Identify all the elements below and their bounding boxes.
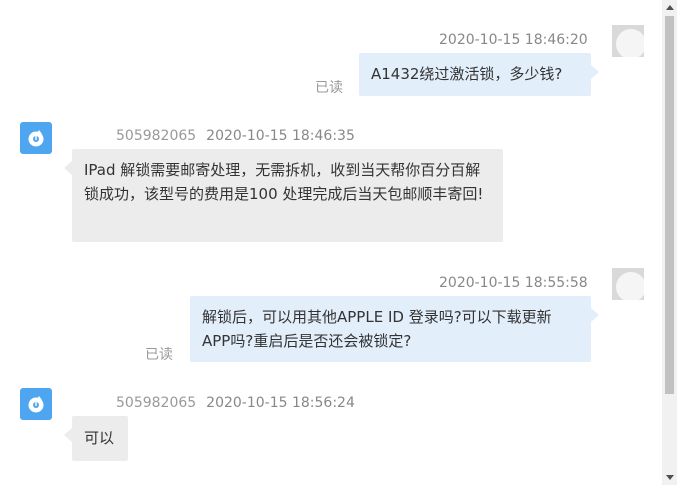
user-avatar[interactable] bbox=[612, 25, 644, 57]
message-sender-line: 505982065 2020-10-15 18:56:24 bbox=[116, 394, 355, 412]
incoming-message-bubble[interactable]: IPad 解锁需要邮寄处理，无需拆机，收到当天帮你百分百解锁成功，该型号的费用是… bbox=[64, 149, 503, 242]
peer-avatar[interactable] bbox=[20, 122, 52, 154]
message-text: 可以 bbox=[84, 429, 115, 447]
read-status: 已读 bbox=[145, 347, 173, 363]
incoming-message-bubble[interactable]: 可以 bbox=[64, 416, 128, 461]
message-text: A1432绕过激活锁，多少钱? bbox=[371, 65, 563, 83]
message-sender-line: 505982065 2020-10-15 18:46:35 bbox=[116, 127, 355, 145]
message-text: 解锁后，可以用其他APPLE ID 登录吗?可以下载更新APP吗?重启后是否还会… bbox=[202, 308, 552, 350]
sender-name: 505982065 bbox=[116, 128, 197, 144]
scroll-down-arrow-icon[interactable] bbox=[666, 475, 674, 480]
message-timestamp: 2020-10-15 18:46:35 bbox=[206, 128, 355, 144]
peer-avatar[interactable] bbox=[20, 388, 52, 420]
scroll-thumb[interactable] bbox=[665, 16, 674, 394]
message-timestamp: 2020-10-15 18:46:20 bbox=[439, 32, 588, 48]
chat-bot-icon bbox=[28, 130, 44, 147]
outgoing-message-bubble[interactable]: 解锁后，可以用其他APPLE ID 登录吗?可以下载更新APP吗?重启后是否还会… bbox=[190, 296, 599, 362]
message-text: IPad 解锁需要邮寄处理，无需拆机，收到当天帮你百分百解锁成功，该型号的费用是… bbox=[84, 161, 484, 203]
chat-message-list[interactable]: 2020-10-15 18:46:20 已读 A1432绕过激活锁，多少钱? 5… bbox=[0, 0, 662, 485]
message-timestamp: 2020-10-15 18:56:24 bbox=[206, 395, 355, 411]
read-status: 已读 bbox=[315, 80, 343, 96]
outgoing-message-bubble[interactable]: A1432绕过激活锁，多少钱? bbox=[359, 53, 599, 96]
scroll-up-arrow-icon[interactable] bbox=[666, 5, 674, 10]
message-timestamp: 2020-10-15 18:55:58 bbox=[439, 275, 588, 291]
vertical-scrollbar[interactable] bbox=[662, 0, 677, 485]
user-avatar[interactable] bbox=[612, 268, 644, 300]
sender-name: 505982065 bbox=[116, 395, 197, 411]
chat-bot-icon bbox=[28, 396, 44, 413]
